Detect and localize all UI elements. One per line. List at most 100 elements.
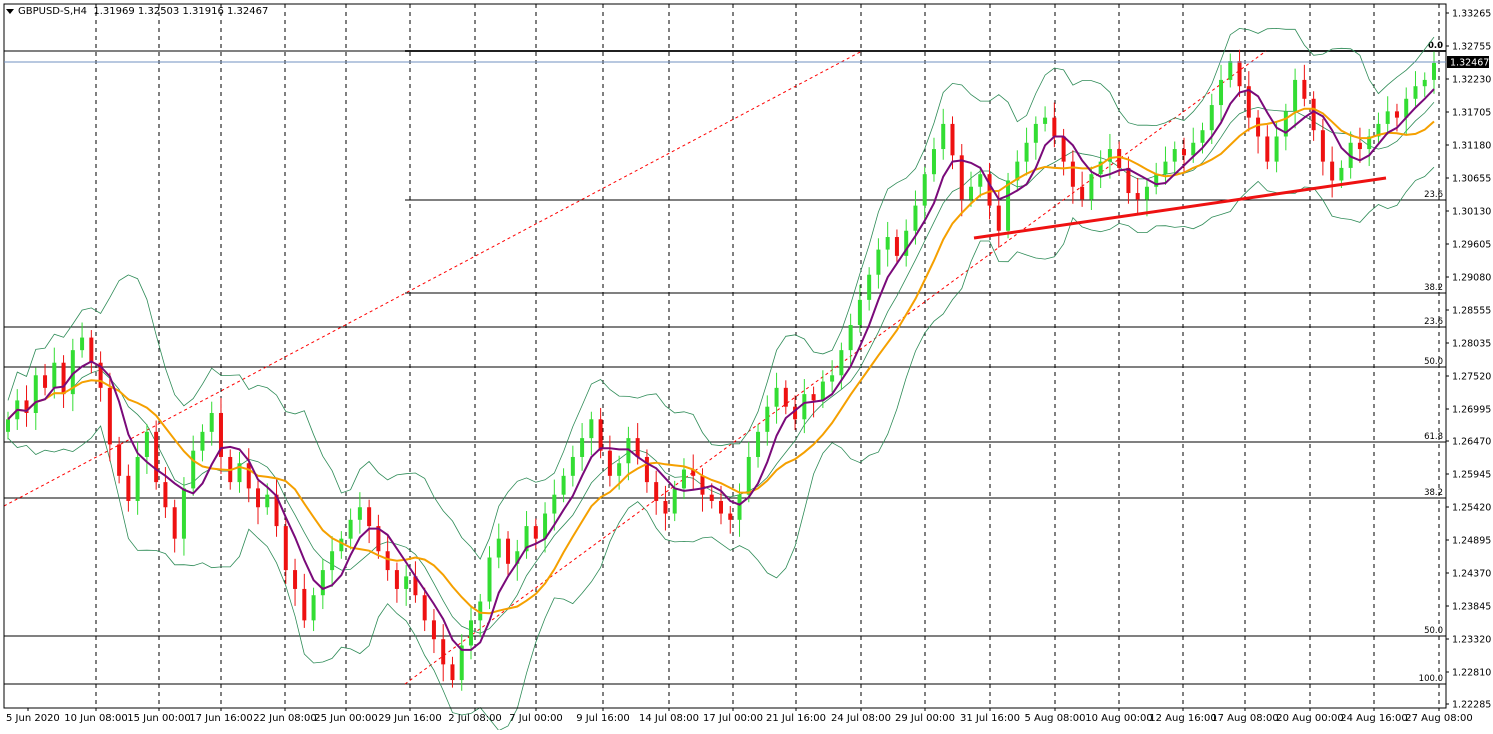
candle-body — [1191, 142, 1196, 156]
candle-body — [441, 639, 446, 665]
candle-body — [339, 538, 344, 552]
candle-body — [1172, 149, 1177, 162]
x-tick-label: 29 Jul 00:00 — [895, 713, 955, 724]
candle-body — [830, 375, 835, 382]
candle-body — [552, 494, 557, 514]
candle-body — [1432, 62, 1436, 80]
x-tick-label: 17 Jul 00:00 — [703, 713, 763, 724]
fib-level-label: 50.0 — [1424, 626, 1443, 636]
x-tick-label: 27 Aug 08:00 — [1405, 713, 1472, 724]
price-chart[interactable]: 38.250.0100.061.850.023.60.023.638.2 5 J… — [0, 0, 1493, 732]
candle-body — [1311, 98, 1316, 131]
candle-body — [876, 249, 881, 275]
y-tick-label: 1.26995 — [1452, 405, 1491, 416]
moving-averages — [7, 88, 1435, 651]
candle-body — [320, 570, 325, 596]
candle-body — [931, 149, 936, 175]
slow-moving-average-line — [7, 107, 1435, 615]
y-tick-label: 1.22810 — [1452, 668, 1491, 679]
y-tick-label: 1.22285 — [1452, 700, 1491, 711]
fib-level-label: 50.0 — [1424, 357, 1443, 367]
x-tick-label: 20 Aug 00:00 — [1276, 713, 1343, 724]
y-tick-label: 1.32230 — [1452, 75, 1491, 86]
fast-moving-average-line — [7, 88, 1435, 651]
chevron-down-icon[interactable] — [6, 8, 14, 14]
candle-body — [719, 500, 723, 514]
y-tick-label: 1.25945 — [1452, 470, 1491, 481]
candle-body — [80, 337, 85, 351]
candle-body — [431, 620, 436, 640]
candle-body — [117, 444, 122, 476]
y-tick-label: 1.29080 — [1452, 273, 1491, 284]
candle-body — [450, 664, 455, 681]
candle-body — [468, 620, 473, 646]
candle-body — [746, 456, 751, 495]
candle-body — [580, 438, 585, 457]
candle-body — [163, 482, 168, 508]
candle-body — [728, 513, 733, 520]
fib-level-label: 38.2 — [1424, 488, 1443, 498]
plot-frame — [3, 3, 1447, 709]
bollinger-bands — [7, 27, 1435, 732]
candle-body — [1237, 61, 1242, 87]
y-tick-label: 1.23320 — [1452, 635, 1491, 646]
candle-body — [654, 482, 659, 501]
candle-body — [811, 394, 816, 401]
y-tick-label: 1.31705 — [1452, 108, 1491, 119]
candle-body — [1163, 161, 1168, 175]
fib-level-label: 23.6 — [1424, 190, 1443, 200]
candle-body — [802, 394, 807, 420]
x-tick-label: 14 Jul 08:00 — [639, 713, 699, 724]
x-tick-label: 15 Jun 00:00 — [127, 713, 191, 724]
candle-body — [867, 274, 872, 300]
candle-body — [1089, 174, 1094, 200]
candle-body — [107, 387, 112, 445]
candle-body — [1200, 130, 1205, 143]
candle-body — [209, 412, 214, 432]
y-tick-label: 1.32755 — [1452, 42, 1491, 53]
x-tick-label: 24 Aug 16:00 — [1340, 713, 1407, 724]
candle-body — [256, 488, 261, 508]
candle-body — [385, 551, 390, 571]
x-tick-label: 10 Aug 00:00 — [1085, 713, 1152, 724]
candle-body — [737, 494, 742, 520]
candle-body — [265, 494, 270, 508]
x-tick-label: 29 Jun 16:00 — [378, 713, 442, 724]
candle-body — [311, 595, 316, 621]
candle-body — [681, 469, 686, 489]
candle-body — [709, 494, 714, 501]
candle-body — [1339, 167, 1344, 181]
candle-body — [1330, 161, 1335, 181]
candle-body — [839, 350, 844, 376]
candle-body — [283, 526, 288, 571]
candle-body — [1006, 180, 1011, 231]
candle-body — [144, 431, 149, 457]
x-tick-label: 17 Aug 08:00 — [1211, 713, 1278, 724]
candle-body — [978, 174, 983, 187]
x-tick-label: 2 Jul 08:00 — [448, 713, 502, 724]
fib-level-label: 100.0 — [1419, 674, 1443, 684]
candle-body — [848, 325, 853, 351]
y-tick-label: 1.28555 — [1452, 306, 1491, 317]
chart-area[interactable]: 38.2 50.0 100.0 61.8 50.0 23.6 0.0 23.6 38.2 5 J… — [0, 0, 1493, 732]
y-tick-label: 1.25420 — [1452, 503, 1491, 514]
fib-level-label: 23.6 — [1424, 317, 1443, 327]
candle-body — [246, 463, 251, 489]
candle-body — [894, 237, 899, 256]
y-tick-label: 1.24370 — [1452, 569, 1491, 580]
x-tick-label: 5 Jun 2020 — [6, 713, 60, 724]
y-tick-label: 1.31180 — [1452, 141, 1491, 152]
candle-body — [172, 507, 177, 539]
candle-body — [885, 237, 890, 250]
x-tick-label: 31 Jul 16:00 — [960, 713, 1020, 724]
candle-body — [1024, 142, 1029, 162]
candle-body — [293, 570, 298, 589]
y-tick-label: 1.23845 — [1452, 602, 1491, 613]
candle-body — [135, 456, 140, 501]
candle-body — [598, 419, 603, 451]
candle-body — [1070, 161, 1075, 187]
candle-body — [1043, 117, 1048, 124]
candle-body — [700, 475, 705, 495]
candle-body — [357, 507, 362, 520]
x-tick-label: 5 Aug 08:00 — [1024, 713, 1085, 724]
